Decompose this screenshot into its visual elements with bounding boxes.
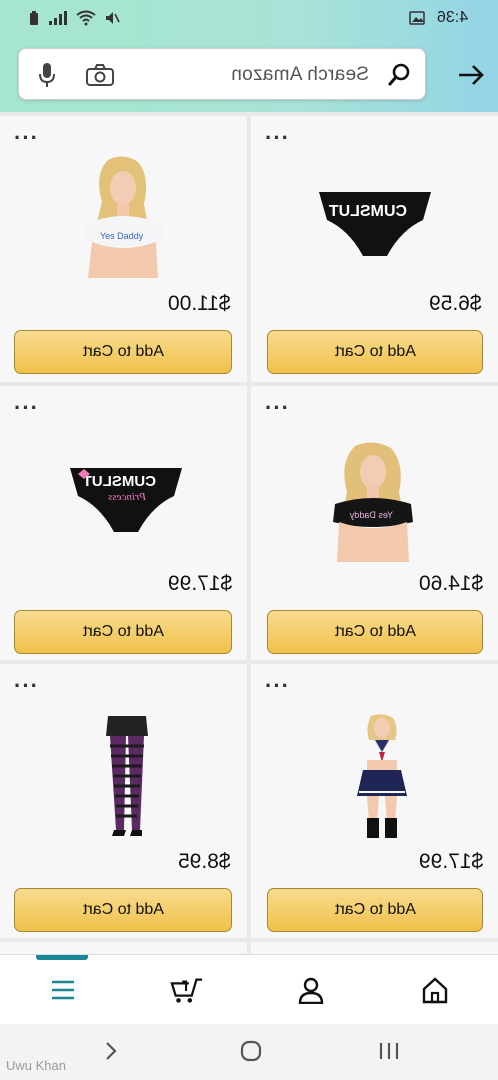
add-to-cart-button[interactable]: Add to Cart (267, 888, 483, 932)
product-image: Yes Daddy (84, 156, 164, 278)
product-card[interactable]: ··· CUMSLUT Princess $17.99 Add to Cart (0, 386, 247, 660)
back-icon[interactable] (96, 1038, 126, 1064)
product-card[interactable]: ··· $17.99 Add to Cart (251, 664, 498, 938)
bottom-nav (0, 954, 498, 1024)
add-to-cart-label: Add to Cart (82, 901, 164, 918)
status-bar: 4:36 (0, 0, 498, 38)
app-header: 4:36 Search Amazon (0, 0, 498, 112)
product-card[interactable]: ··· Yes Daddy $11.00 Add to Cart (0, 116, 247, 382)
product-price: $6.59 (429, 292, 482, 315)
product-image (357, 714, 407, 838)
product-image: CUMSLUT Princess (70, 468, 182, 532)
brief-print-text: CUMSLUT (329, 203, 407, 220)
brief-print-text: CUMSLUT (83, 473, 156, 490)
product-price: $11.00 (168, 292, 231, 315)
system-nav-bar (0, 1024, 498, 1080)
active-tab-indicator (36, 955, 88, 960)
add-to-cart-label: Add to Cart (82, 343, 164, 360)
home-circle-icon[interactable] (236, 1038, 266, 1064)
recents-icon[interactable] (374, 1038, 404, 1064)
add-to-cart-button[interactable]: Add to Cart (267, 330, 483, 374)
more-options-icon[interactable]: ··· (265, 675, 290, 697)
top-print-text: Yes Daddy (349, 510, 393, 520)
product-price: $17.99 (419, 850, 484, 873)
add-to-cart-label: Add to Cart (334, 343, 416, 360)
more-options-icon[interactable]: ··· (14, 397, 39, 419)
add-to-cart-button[interactable]: Add to Cart (14, 610, 232, 654)
add-to-cart-button[interactable]: Add to Cart (267, 610, 483, 654)
product-card[interactable]: ··· Yes Daddy $14.60 Add to Cart (251, 386, 498, 660)
mic-icon[interactable] (35, 61, 59, 89)
search-input[interactable]: Search Amazon (18, 48, 426, 100)
more-options-icon[interactable]: ··· (265, 397, 290, 419)
home-icon[interactable] (418, 973, 452, 1007)
signal-icon (49, 11, 67, 25)
battery-icon (30, 11, 38, 25)
product-image: Yes Daddy (333, 442, 413, 562)
search-placeholder: Search Amazon (231, 64, 370, 85)
product-card-partial (0, 942, 247, 954)
more-options-icon[interactable]: ··· (14, 127, 39, 149)
top-print-text: Yes Daddy (100, 231, 144, 241)
status-time: 4:36 (436, 9, 468, 26)
account-icon[interactable] (294, 973, 328, 1007)
product-price: $17.99 (168, 572, 233, 595)
mute-icon (106, 12, 120, 24)
product-card[interactable]: ··· $8.95 Add to Cart (0, 664, 247, 938)
product-image (106, 716, 148, 836)
brief-print-subtext: Princess (108, 491, 147, 503)
menu-icon[interactable] (46, 973, 80, 1007)
watermark-text: Uwu Khan (6, 1058, 66, 1073)
status-icons (28, 10, 120, 26)
search-icon[interactable] (387, 62, 411, 88)
status-right: 4:36 (409, 9, 468, 27)
add-to-cart-label: Add to Cart (334, 901, 416, 918)
add-to-cart-label: Add to Cart (334, 623, 416, 640)
product-image: CUMSLUT (319, 192, 431, 256)
add-to-cart-button[interactable]: Add to Cart (14, 330, 232, 374)
product-price: $14.60 (419, 572, 484, 595)
camera-icon[interactable] (85, 62, 115, 88)
product-card[interactable]: ··· CUMSLUT $6.59 Add to Cart (251, 116, 498, 382)
more-options-icon[interactable]: ··· (14, 675, 39, 697)
add-to-cart-button[interactable]: Add to Cart (14, 888, 232, 932)
more-options-icon[interactable]: ··· (265, 127, 290, 149)
cart-icon[interactable] (170, 973, 204, 1007)
add-to-cart-label: Add to Cart (82, 623, 164, 640)
arrow-right-icon[interactable] (456, 60, 486, 90)
wifi-icon (76, 10, 96, 26)
gallery-icon (409, 11, 425, 25)
product-price: $8.95 (178, 850, 231, 873)
product-card-partial (251, 942, 498, 954)
product-grid: ··· Yes Daddy $11.00 Add to Cart ··· CUM… (0, 112, 498, 954)
